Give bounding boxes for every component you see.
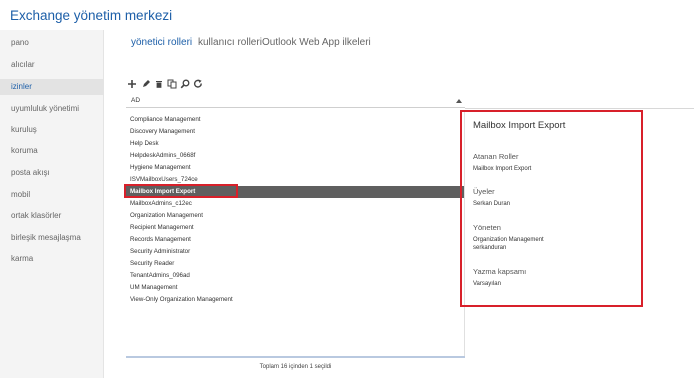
copy-icon[interactable] <box>167 79 177 89</box>
list-item[interactable]: View-Only Organization Management <box>126 294 465 306</box>
sidebar-item-permissions[interactable]: izinler <box>0 79 104 95</box>
sidebar-item-protection[interactable]: koruma <box>0 143 104 159</box>
tab-owa-policies[interactable]: Outlook Web App ilkeleri <box>262 37 371 48</box>
search-icon[interactable] <box>180 79 190 89</box>
members-value: Serkan Duran <box>473 201 511 207</box>
add-icon[interactable] <box>127 79 137 89</box>
managed-by-value: Organization Management <box>473 237 544 243</box>
column-name-label: AD <box>131 97 141 104</box>
tab-user-roles[interactable]: kullanıcı rolleri <box>198 37 262 48</box>
assigned-roles-label: Atanan Roller <box>473 152 519 161</box>
selection-status: Toplam 16 içinden 1 seçildi <box>259 364 332 370</box>
sidebar-item-recipients[interactable]: alıcılar <box>0 57 104 73</box>
list-item-selected[interactable]: Mailbox Import Export <box>126 186 465 198</box>
sidebar: pano alıcılar izinler uyumluluk yönetimi… <box>0 30 104 378</box>
write-scope-value: Varsayılan <box>473 281 501 287</box>
list-item[interactable]: HelpdeskAdmins_0668f <box>126 150 465 162</box>
list-item[interactable]: Help Desk <box>126 138 465 150</box>
assigned-roles-value: Mailbox Import Export <box>473 166 532 172</box>
list-item[interactable]: Security Administrator <box>126 246 465 258</box>
list-item[interactable]: Discovery Management <box>126 126 465 138</box>
list-item[interactable]: MailboxAdmins_c12ec <box>126 198 465 210</box>
details-divider <box>465 108 694 109</box>
list-item[interactable]: Hygiene Management <box>126 162 465 174</box>
delete-icon[interactable] <box>154 79 164 89</box>
edit-icon[interactable] <box>141 79 151 89</box>
sidebar-item-mobile[interactable]: mobil <box>0 187 104 203</box>
header: Exchange yönetim merkezi <box>0 0 694 30</box>
list-item[interactable]: Compliance Management <box>126 114 465 126</box>
managed-by-value-2: serkanduran <box>473 245 507 251</box>
sort-ascending-icon <box>456 99 462 103</box>
list-item[interactable]: Recipient Management <box>126 222 465 234</box>
sidebar-item-public-folders[interactable]: ortak klasörler <box>0 208 104 224</box>
list-column-header-name[interactable]: AD <box>126 96 465 108</box>
list-item[interactable]: Organization Management <box>126 210 465 222</box>
sidebar-item-unified-messaging[interactable]: birleşik mesajlaşma <box>0 230 104 246</box>
app-title: Exchange yönetim merkezi <box>10 8 173 23</box>
list-item[interactable]: Records Management <box>126 234 465 246</box>
write-scope-label: Yazma kapsamı <box>473 267 527 276</box>
sidebar-item-organization[interactable]: kuruluş <box>0 122 104 138</box>
sidebar-item-hybrid[interactable]: karma <box>0 251 104 267</box>
list-item[interactable]: ISVMailboxUsers_724ce <box>126 174 465 186</box>
sidebar-item-mail-flow[interactable]: posta akışı <box>0 165 104 181</box>
managed-by-label: Yöneten <box>473 223 501 232</box>
members-label: Üyeler <box>473 187 495 196</box>
list-item[interactable]: TenantAdmins_096ad <box>126 270 465 282</box>
refresh-icon[interactable] <box>193 79 203 89</box>
list-scroll-track[interactable] <box>126 356 465 358</box>
tab-admin-roles[interactable]: yönetici rolleri <box>131 37 192 48</box>
details-title: Mailbox Import Export <box>473 120 566 131</box>
list-item[interactable]: Security Reader <box>126 258 465 270</box>
list-item[interactable]: UM Management <box>126 282 465 294</box>
sidebar-item-compliance-management[interactable]: uyumluluk yönetimi <box>0 101 104 117</box>
sidebar-item-dashboard[interactable]: pano <box>0 35 104 51</box>
